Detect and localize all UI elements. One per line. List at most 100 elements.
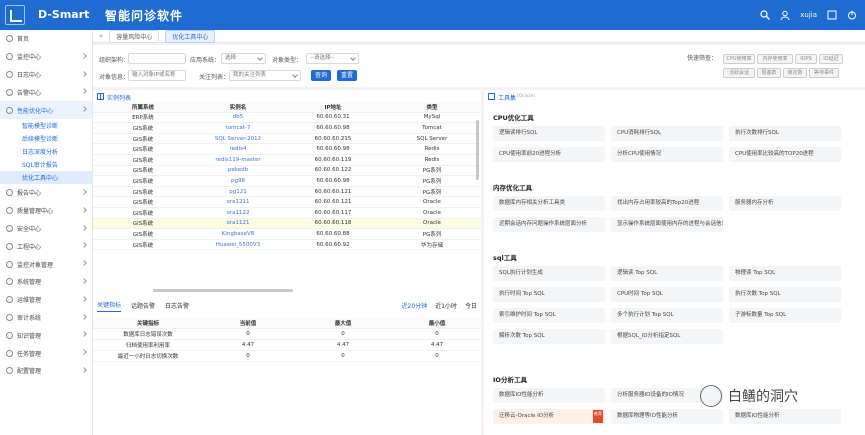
sidebar-item-4[interactable]: 性能优化中心 xyxy=(0,101,92,119)
tool-card[interactable]: 服务器内存分析 xyxy=(729,196,841,211)
sidebar-item-10[interactable]: 系统管理 xyxy=(0,273,92,291)
tool-card[interactable]: 近期会话内存问题操作系统层面分析 xyxy=(493,217,605,232)
table-row[interactable]: GIS系统 redis119-master 60.60.60.119 Redis xyxy=(93,155,481,166)
sidebar-subitem-1[interactable]: 后续模型诊断 xyxy=(0,132,92,145)
org-input[interactable] xyxy=(128,53,186,64)
table-row[interactable]: GIS系统 ora1121 60.60.60.118 Oracle xyxy=(93,218,481,230)
tool-card[interactable]: 逻辑读排行SQL xyxy=(493,126,605,141)
tool-card[interactable]: 根据SQL_ID分析指定SQL xyxy=(611,329,723,344)
sidebar-item-9[interactable]: 监控对象管理 xyxy=(0,255,92,273)
quick-filter-6[interactable]: 锁定数 xyxy=(783,68,807,78)
table-cell[interactable]: pg98 xyxy=(193,178,283,184)
table-cell[interactable]: pg121 xyxy=(193,189,283,195)
vertical-scrollbar[interactable] xyxy=(476,120,479,180)
tool-card[interactable]: 执行次数 Top SQL xyxy=(729,287,841,302)
table-row[interactable]: GIS系统 SQL Server-2012 60.60.60.215 SQL Serv… xyxy=(93,134,481,145)
tool-card[interactable]: 执行次数排行SQL xyxy=(729,126,841,141)
table-cell[interactable]: pekedb xyxy=(193,167,283,173)
tool-card[interactable]: 解析次数 Top SQL xyxy=(493,329,605,344)
tool-card[interactable]: 显示操作系统层面使用内存的进程与会话信息 xyxy=(611,217,723,232)
sidebar-item-6[interactable]: 质量管理中心 xyxy=(0,202,92,220)
quick-filter-5[interactable]: 阻塞数 xyxy=(757,68,781,78)
table-cell[interactable]: tomcat-7 xyxy=(193,125,283,131)
table-cell[interactable]: Huawei_5500V3 xyxy=(193,242,283,248)
reset-button[interactable]: 重置 xyxy=(337,70,357,81)
logout-icon[interactable] xyxy=(847,10,857,20)
table-row[interactable]: GIS系统 redis4 60.60.60.98 Redis xyxy=(93,144,481,155)
quick-filter-3[interactable]: IO延迟 xyxy=(819,54,843,64)
quick-filter-7[interactable]: 等待事件 xyxy=(809,68,839,78)
app-select[interactable]: 选择 xyxy=(221,53,266,64)
table-cell[interactable]: db5 xyxy=(193,114,283,120)
tool-card[interactable]: 物理读 Top SQL xyxy=(729,266,841,281)
sidebar-item-14[interactable]: 任务管理 xyxy=(0,344,92,362)
table-row[interactable]: GIS系统 tomcat-7 60.60.60.98 Tomcat xyxy=(93,123,481,134)
tool-card[interactable]: 数据库IO性能分析 xyxy=(729,409,841,424)
sidebar-item-5[interactable]: 报告中心 xyxy=(0,184,92,202)
sidebar-subitem-3[interactable]: SQL审计报告 xyxy=(0,158,92,171)
table-cell[interactable]: redis4 xyxy=(193,146,283,152)
table-row[interactable]: GIS系统 Huawei_5500V3 60.60.60.92 华为存储 xyxy=(93,240,481,251)
sidebar-item-0[interactable]: 首页 xyxy=(0,30,92,48)
tabs-left-arrow-icon[interactable]: « xyxy=(99,32,103,40)
sidebar-item-13[interactable]: 知识管理 xyxy=(0,326,92,344)
table-row[interactable]: ERP系统 db5 60.60.60.31 MySql xyxy=(93,113,481,124)
sidebar-subitem-0[interactable]: 智能模型诊断 xyxy=(0,119,92,132)
table-cell[interactable]: KingbaseV8 xyxy=(193,231,283,237)
expand-icon[interactable] xyxy=(827,10,837,20)
table-row[interactable]: GIS系统 ora1122 60.60.60.117 Oracle xyxy=(93,208,481,219)
quick-filter-1[interactable]: 内存使用率 xyxy=(757,54,793,64)
tool-card[interactable]: CPU使用率前20进程分析 xyxy=(493,147,605,162)
tool-card[interactable]: 分析CPU使用情况 xyxy=(611,147,723,162)
tool-card[interactable]: 执行时间 Top SQL xyxy=(493,287,605,302)
table-row[interactable]: GIS系统 KingbaseV8 60.60.60.88 PG系列 xyxy=(93,229,481,240)
metric-tab-1[interactable]: 话题告警 xyxy=(131,301,155,312)
table-cell[interactable]: ora1211 xyxy=(193,199,283,205)
table-cell[interactable]: ora1122 xyxy=(193,210,283,216)
sidebar-item-7[interactable]: 安全中心 xyxy=(0,220,92,238)
table-row[interactable]: GIS系统 pekedb 60.60.60.122 PG系列 xyxy=(93,166,481,177)
table-row[interactable]: GIS系统 ora1211 60.60.60.121 Oracle xyxy=(93,197,481,208)
sidebar-item-15[interactable]: 配置管理 xyxy=(0,362,92,380)
sidebar-item-1[interactable]: 监控中心 xyxy=(0,48,92,66)
quick-filter-0[interactable]: CPU使用率 xyxy=(723,54,755,64)
tool-card[interactable]: 逻辑读 Top SQL xyxy=(611,266,723,281)
tool-card[interactable]: CPU消耗排行SQL xyxy=(611,126,723,141)
table-cell[interactable]: SQL Server-2012 xyxy=(193,136,283,142)
tab-optimization-tools[interactable]: 优化工具中心 xyxy=(165,29,216,43)
time-range-0[interactable]: 近20分钟 xyxy=(402,301,428,312)
tool-card[interactable]: 找出内存占用率较高的Top20进程 xyxy=(611,196,723,211)
table-cell[interactable]: redis119-master xyxy=(193,157,283,163)
sidebar-subitem-4[interactable]: 优化工具中心 xyxy=(0,170,92,184)
tool-card[interactable]: 索引维护时间 Top SQL xyxy=(493,308,605,323)
sidebar-item-8[interactable]: 工程中心 xyxy=(0,237,92,255)
obj-input[interactable]: 输入对象IP或名称 xyxy=(128,70,186,81)
tool-card[interactable]: 数据库内存相关分析工具类 xyxy=(493,196,605,211)
tool-card[interactable]: 多个执行计划 Top SQL xyxy=(611,308,723,323)
time-range-2[interactable]: 今日 xyxy=(465,301,477,312)
time-range-1[interactable]: 近1小时 xyxy=(435,301,457,312)
sidebar-item-12[interactable]: 审计系统 xyxy=(0,309,92,327)
tool-card[interactable]: 数据库IO性能分析 xyxy=(493,388,605,403)
quick-filter-2[interactable]: IOPS xyxy=(795,54,817,64)
tool-card[interactable]: CPU时间 Top SQL xyxy=(611,287,723,302)
sidebar-item-3[interactable]: 告警中心 xyxy=(0,83,92,101)
username[interactable]: xujia xyxy=(800,11,817,19)
tool-card[interactable]: 迁移云-Oracle IO分析 推荐 xyxy=(493,409,605,424)
metric-tab-0[interactable]: 关键指标 xyxy=(97,300,122,312)
query-button[interactable]: 查询 xyxy=(311,70,331,81)
sidebar-item-2[interactable]: 日志中心 xyxy=(0,66,92,84)
tool-card[interactable]: CPU使用率比较高的TOP20进程 xyxy=(729,147,841,162)
horizontal-scrollbar[interactable] xyxy=(153,289,293,292)
sidebar-subitem-2[interactable]: 日志深度分析 xyxy=(0,145,92,158)
tool-card[interactable]: 数据库物理等IO性能分析 xyxy=(611,409,723,424)
metric-tab-2[interactable]: 日志告警 xyxy=(165,301,189,312)
search-icon[interactable] xyxy=(760,10,771,20)
tab-capacity-risk[interactable]: 容量风险中心 xyxy=(109,29,160,43)
table-row[interactable]: GIS系统 pg121 60.60.60.121 PG系列 xyxy=(93,187,481,198)
focus-select[interactable]: 我的关注列表 xyxy=(229,70,301,81)
table-cell[interactable]: ora1121 xyxy=(193,220,283,226)
type-select[interactable]: --请选择-- xyxy=(306,53,359,64)
sidebar-item-11[interactable]: 运维管理 xyxy=(0,291,92,309)
tool-card[interactable]: 子游标数量 Top SQL xyxy=(729,308,841,323)
